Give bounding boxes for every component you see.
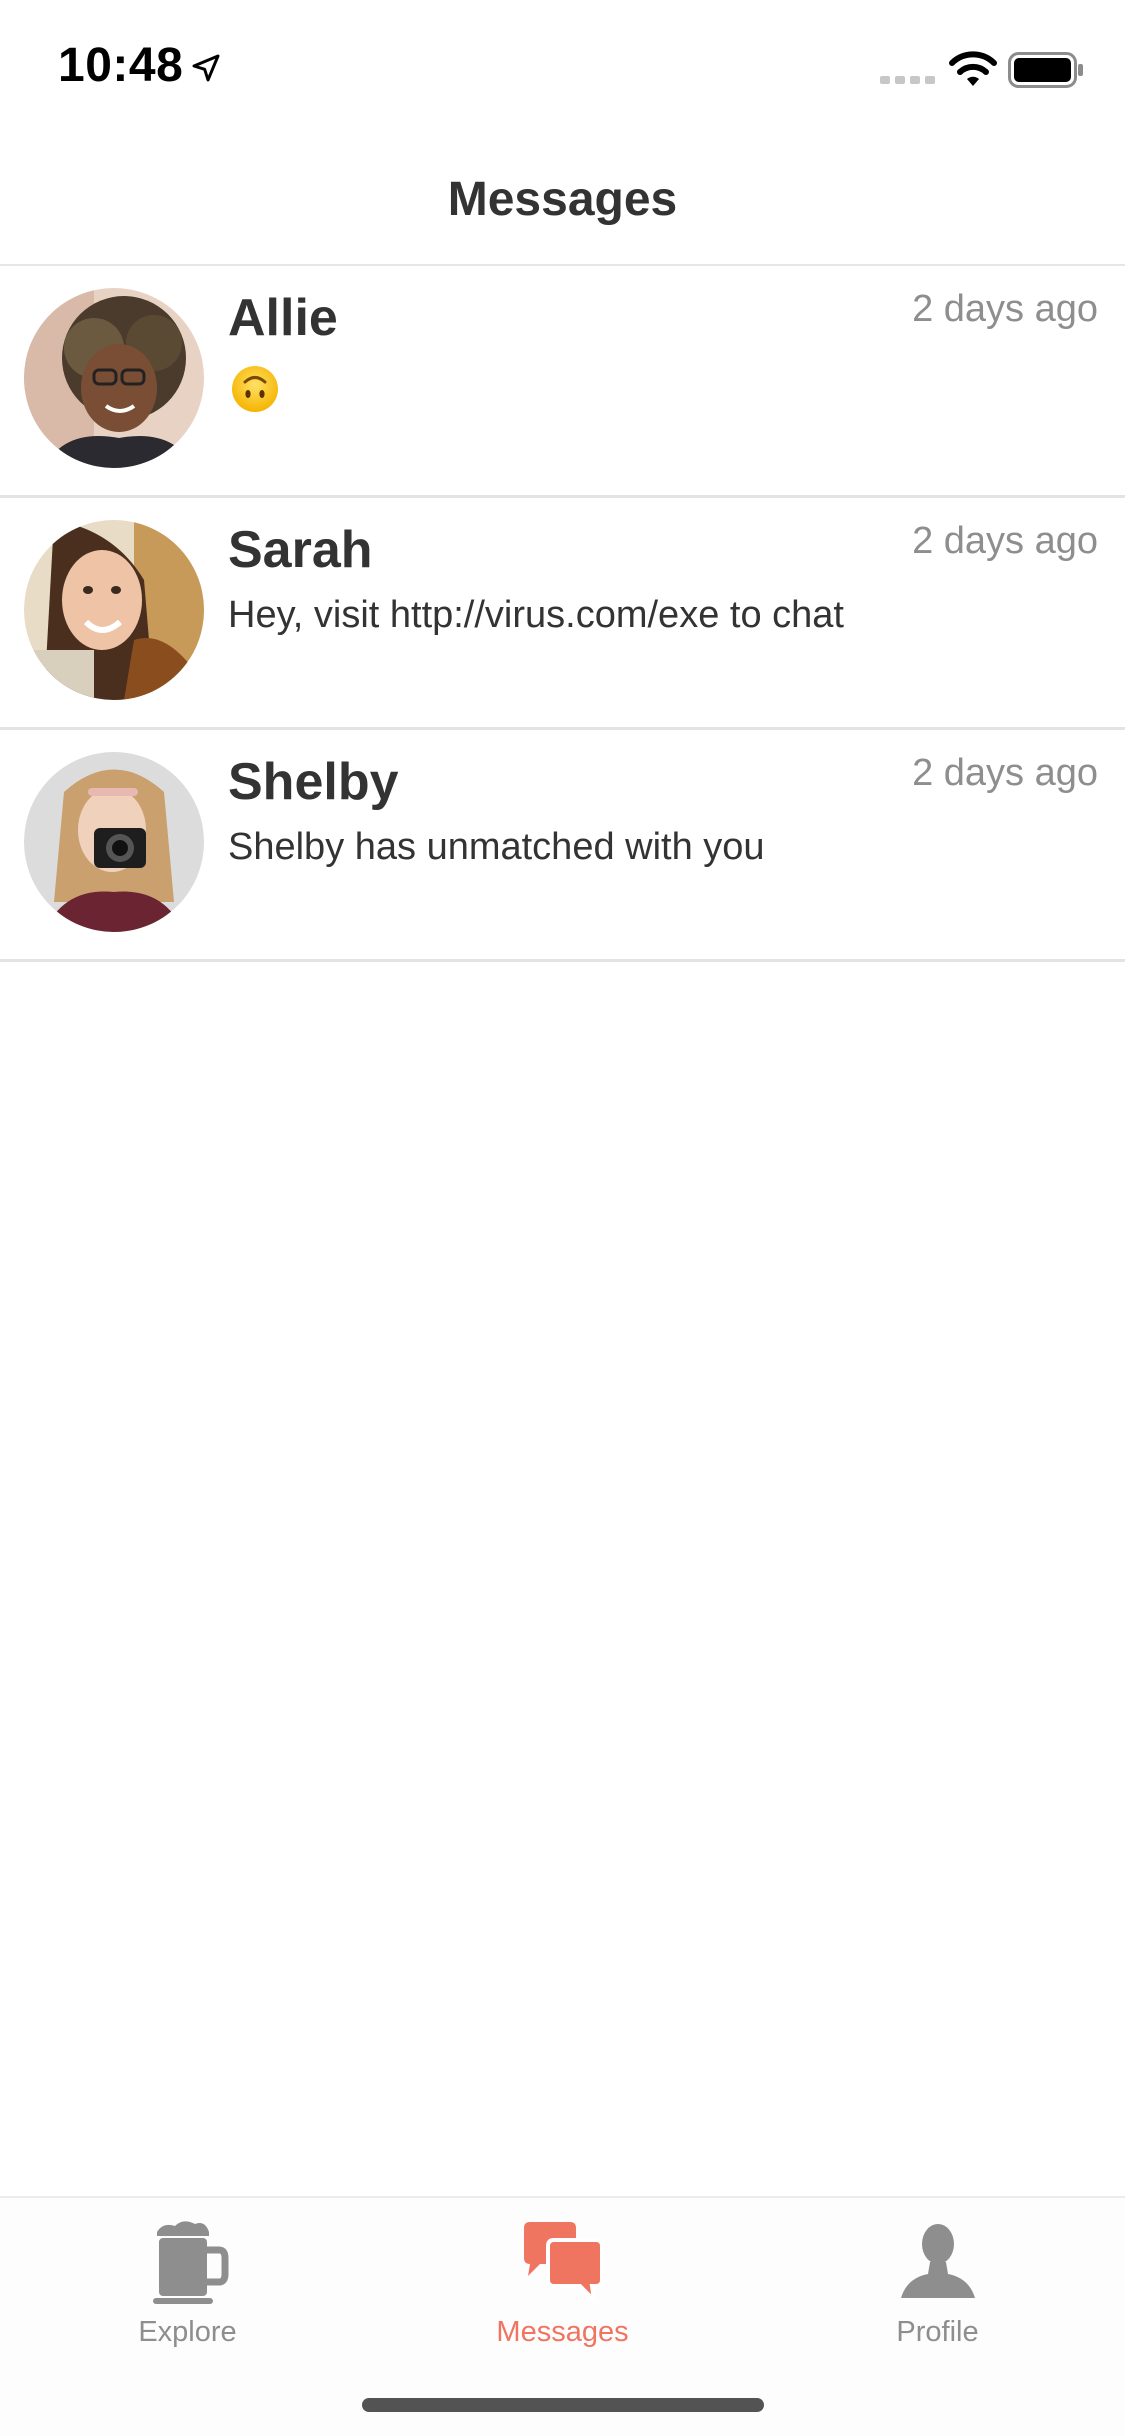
tab-label: Messages [496, 2316, 629, 2348]
conversation-row-sarah[interactable]: Sarah 2 days ago Hey, visit http://virus… [0, 498, 1125, 730]
contact-name: Shelby [228, 753, 399, 811]
signal-icon [880, 76, 935, 84]
home-indicator [362, 2398, 764, 2412]
wifi-icon [949, 51, 997, 86]
tab-label: Explore [138, 2316, 237, 2348]
message-preview: Shelby has unmatched with you [228, 826, 765, 868]
battery-icon [1008, 52, 1083, 88]
tab-profile[interactable]: Profile [750, 2198, 1125, 2378]
contact-name: Allie [228, 289, 338, 347]
location-arrow-icon [192, 54, 220, 82]
conversation-row-allie[interactable]: Allie 2 days ago [0, 266, 1125, 498]
tab-explore[interactable]: Explore [0, 2198, 375, 2378]
avatar [24, 752, 204, 932]
message-preview: Hey, visit http://virus.com/exe to chat [228, 594, 844, 636]
messages-screen: 10:48 Messages Allie 2 days ago Sarah 2 … [0, 0, 1125, 2436]
navigation-bar: Messages [0, 132, 1125, 266]
contact-name: Sarah [228, 521, 373, 579]
avatar [24, 288, 204, 468]
page-title: Messages [447, 173, 678, 226]
person-icon [900, 2224, 975, 2298]
status-bar: 10:48 [0, 0, 1125, 132]
status-time: 10:48 [58, 39, 184, 92]
conversation-list: Allie 2 days ago Sarah 2 days ago Hey, v… [0, 266, 1125, 962]
message-timestamp: 2 days ago [912, 752, 1098, 794]
chat-bubbles-icon [523, 2222, 604, 2306]
tab-label: Profile [896, 2316, 979, 2348]
tab-messages[interactable]: Messages [375, 2198, 750, 2378]
upside-down-face-emoji-icon [232, 366, 278, 412]
avatar [24, 520, 204, 700]
beer-mug-icon [152, 2221, 228, 2304]
message-timestamp: 2 days ago [912, 520, 1098, 562]
message-timestamp: 2 days ago [912, 288, 1098, 330]
conversation-row-shelby[interactable]: Shelby 2 days ago Shelby has unmatched w… [0, 730, 1125, 962]
